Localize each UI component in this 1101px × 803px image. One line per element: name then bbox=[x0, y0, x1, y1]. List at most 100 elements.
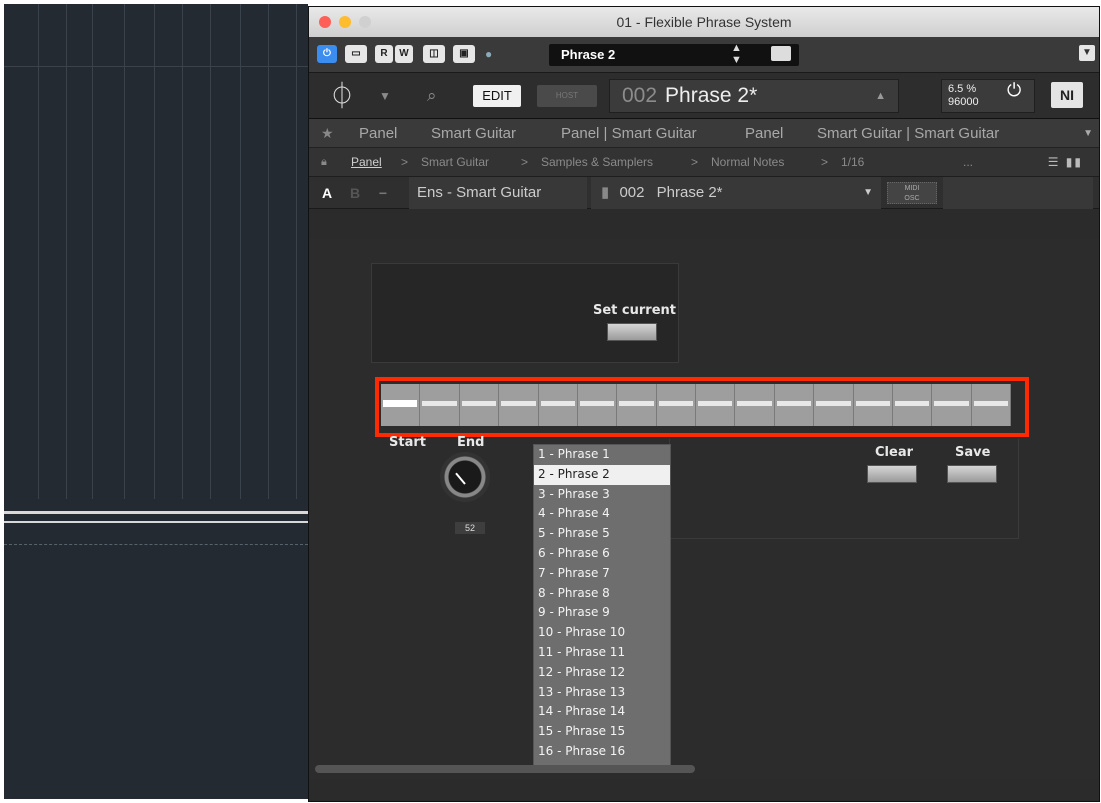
breadcrumb-separator: > bbox=[521, 155, 529, 169]
highlight-box bbox=[375, 377, 1029, 437]
grid-line bbox=[210, 4, 211, 499]
favorite-item[interactable]: Smart Guitar bbox=[431, 119, 516, 148]
slot-a-button[interactable]: A bbox=[315, 177, 339, 209]
breadcrumb-item[interactable]: Smart Guitar bbox=[421, 148, 489, 177]
window-title: 01 - Flexible Phrase System bbox=[616, 14, 792, 30]
chevron-down-icon[interactable]: ▼ bbox=[1083, 119, 1093, 148]
save-label: Save bbox=[955, 445, 991, 460]
power-icon[interactable]: ⏻ bbox=[1007, 80, 1021, 101]
layout-icon[interactable]: ☰ ▮▮ bbox=[1048, 148, 1083, 177]
bypass-icon[interactable]: ▭ bbox=[345, 45, 367, 63]
phrase-list-item[interactable]: 5 - Phrase 5 bbox=[534, 524, 670, 544]
phrase-list-item[interactable]: 1 - Phrase 1 bbox=[534, 445, 670, 465]
knob-indicator bbox=[455, 472, 466, 485]
phrase-list-item[interactable]: 12 - Phrase 12 bbox=[534, 663, 670, 683]
preset-name: Phrase 2* bbox=[665, 84, 758, 107]
compare-icon[interactable]: ◫ bbox=[423, 45, 445, 63]
favorite-item[interactable]: Smart Guitar | Smart Guitar bbox=[817, 119, 999, 148]
instrument-header: A B − Ens - Smart Guitar ▮ 002 Phrase 2*… bbox=[309, 177, 1099, 209]
favorites-bar: ★ Panel Smart Guitar Panel | Smart Guita… bbox=[309, 119, 1099, 148]
expand-icon[interactable]: ▼ bbox=[1079, 45, 1095, 61]
breadcrumb-separator: > bbox=[691, 155, 699, 169]
slot-b-button[interactable]: B bbox=[343, 177, 367, 209]
favorite-item[interactable]: Panel | Smart Guitar bbox=[561, 119, 697, 148]
dot-icon: ● bbox=[485, 47, 493, 61]
title-bar[interactable]: 01 - Flexible Phrase System bbox=[309, 7, 1099, 37]
screen: 01 - Flexible Phrase System ⏻ ▭ R W ◫ ▣ … bbox=[0, 0, 1101, 803]
grid-line bbox=[38, 4, 39, 499]
end-knob[interactable] bbox=[440, 452, 490, 502]
grid-line bbox=[124, 4, 125, 499]
grid-line bbox=[66, 4, 67, 499]
camera-icon[interactable] bbox=[771, 46, 791, 61]
phrase-list-item[interactable]: 3 - Phrase 3 bbox=[534, 485, 670, 505]
favorite-item[interactable]: Panel bbox=[745, 119, 783, 148]
start-label: Start bbox=[389, 435, 426, 450]
phrase-list-item[interactable]: 13 - Phrase 13 bbox=[534, 683, 670, 703]
ni-logo[interactable]: NI bbox=[1051, 82, 1083, 108]
save-button[interactable] bbox=[947, 465, 997, 483]
ensemble-name[interactable]: Ens - Smart Guitar bbox=[409, 177, 587, 209]
dashed-line bbox=[4, 544, 308, 545]
lock-icon[interactable]: 🔒︎ bbox=[321, 148, 327, 177]
host-preset-name: Phrase 2 bbox=[561, 47, 616, 62]
phrase-list-item[interactable]: 6 - Phrase 6 bbox=[534, 544, 670, 564]
program-icon: ▮ bbox=[601, 184, 610, 201]
midi-osc-button[interactable]: MIDI OSC bbox=[887, 182, 937, 204]
phrase-list-item[interactable]: 4 - Phrase 4 bbox=[534, 504, 670, 524]
favorite-item[interactable]: Panel bbox=[359, 119, 397, 148]
save-icon[interactable]: HOST bbox=[537, 85, 597, 107]
program-selector[interactable]: ▮ 002 Phrase 2* ▼ bbox=[591, 177, 881, 209]
chevron-down-icon[interactable]: ▼ bbox=[863, 177, 873, 209]
breadcrumb-item[interactable]: ... bbox=[963, 148, 973, 177]
kontakt-logo-icon[interactable]: ⏀ bbox=[325, 80, 359, 112]
set-current-label: Set current bbox=[593, 303, 676, 318]
breadcrumb-separator: > bbox=[821, 155, 829, 169]
read-automation-button[interactable]: R bbox=[375, 45, 393, 63]
set-current-button[interactable] bbox=[607, 323, 657, 341]
breadcrumb: 🔒︎ Panel > Smart Guitar > Samples & Samp… bbox=[309, 148, 1099, 177]
grid-line bbox=[154, 4, 155, 499]
power-icon[interactable]: ⏻ bbox=[317, 45, 337, 63]
phrase-list-item[interactable]: 14 - Phrase 14 bbox=[534, 702, 670, 722]
track-divider bbox=[4, 511, 308, 514]
star-icon[interactable]: ★ bbox=[321, 119, 334, 148]
grid-line bbox=[268, 4, 269, 499]
host-preset-selector[interactable]: Phrase 2 bbox=[549, 44, 799, 66]
close-button[interactable] bbox=[319, 16, 331, 28]
minimize-instrument-button[interactable]: − bbox=[371, 177, 395, 209]
preset-display[interactable]: 002Phrase 2* ▲▼ bbox=[609, 79, 899, 134]
breadcrumb-separator: > bbox=[401, 155, 409, 169]
host-arrange-area[interactable] bbox=[4, 4, 308, 799]
edit-button[interactable]: EDIT bbox=[473, 85, 521, 107]
phrase-list-item[interactable]: 7 - Phrase 7 bbox=[534, 564, 670, 584]
grid-line bbox=[296, 4, 297, 499]
preset-arrows-icon[interactable]: ▲ ▼ bbox=[731, 42, 742, 66]
divider bbox=[4, 66, 308, 67]
plugin-window: 01 - Flexible Phrase System ⏻ ▭ R W ◫ ▣ … bbox=[308, 6, 1100, 802]
phrase-list-item[interactable]: 15 - Phrase 15 bbox=[534, 722, 670, 742]
zoom-button[interactable] bbox=[359, 16, 371, 28]
host-plugin-toolbar: ⏻ ▭ R W ◫ ▣ ● Phrase 2 ▲ ▼ ▼ bbox=[309, 37, 1099, 73]
breadcrumb-item[interactable]: Panel bbox=[351, 148, 382, 177]
search-icon[interactable]: ⌕ bbox=[427, 86, 437, 106]
breadcrumb-item[interactable]: Normal Notes bbox=[711, 148, 784, 177]
chevron-down-icon[interactable]: ▼ bbox=[379, 89, 391, 103]
write-automation-button[interactable]: W bbox=[395, 45, 413, 63]
phrase-list-item[interactable]: 8 - Phrase 8 bbox=[534, 584, 670, 604]
horizontal-scrollbar[interactable] bbox=[315, 765, 695, 773]
phrase-list-item[interactable]: 10 - Phrase 10 bbox=[534, 623, 670, 643]
breadcrumb-item[interactable]: Samples & Samplers bbox=[541, 148, 653, 177]
osc-label: OSC bbox=[904, 195, 920, 202]
phrase-list-item[interactable]: 16 - Phrase 16 bbox=[534, 742, 670, 762]
program-number: 002 bbox=[619, 184, 645, 201]
phrase-list-item[interactable]: 9 - Phrase 9 bbox=[534, 603, 670, 623]
kontakt-header: ⏀ ▼ ⌕ EDIT HOST 002Phrase 2* ▲▼ 6.5 % 96… bbox=[309, 73, 1099, 134]
breadcrumb-item[interactable]: 1/16 bbox=[841, 148, 864, 177]
minimize-button[interactable] bbox=[339, 16, 351, 28]
clear-button[interactable] bbox=[867, 465, 917, 483]
settings-icon[interactable]: ▣ bbox=[453, 45, 475, 63]
phrase-list-item[interactable]: 2 - Phrase 2 bbox=[534, 464, 670, 485]
phrase-list[interactable]: 1 - Phrase 12 - Phrase 23 - Phrase 34 - … bbox=[533, 444, 671, 766]
phrase-list-item[interactable]: 11 - Phrase 11 bbox=[534, 643, 670, 663]
